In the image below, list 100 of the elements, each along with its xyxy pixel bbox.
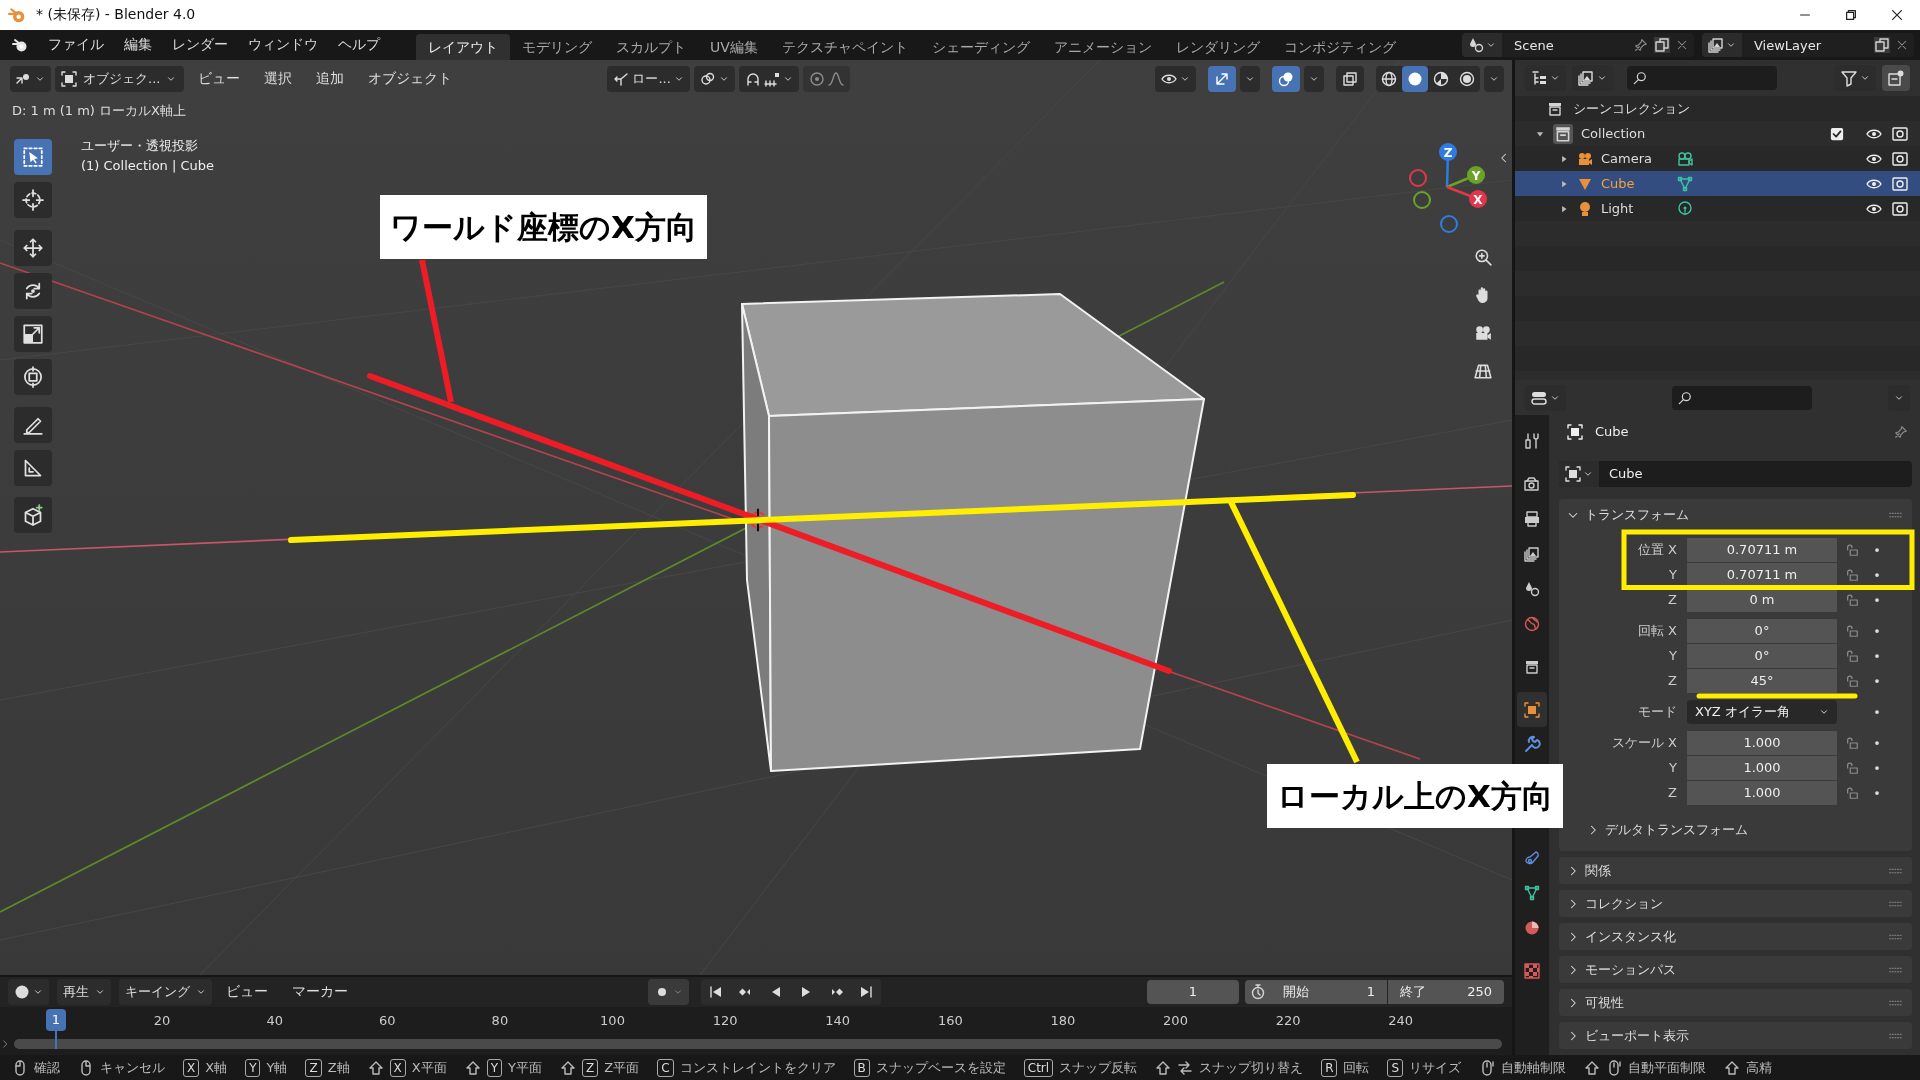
workspace-tab[interactable]: モデリング: [510, 34, 604, 60]
number-field[interactable]: 0.70711 m: [1687, 537, 1837, 562]
panel-header[interactable]: 関係: [1559, 857, 1912, 884]
panel-header[interactable]: モーションパス: [1559, 956, 1912, 983]
frame-number: 40: [266, 1013, 283, 1028]
number-field[interactable]: 0.70711 m: [1687, 562, 1837, 587]
panel-header[interactable]: 可視性: [1559, 989, 1912, 1016]
menu-item[interactable]: ビュー: [216, 983, 278, 1001]
tree-label[interactable]: Light: [1601, 201, 1677, 216]
panel-title: ビューポート表示: [1585, 1026, 1689, 1045]
menu-item[interactable]: ウィンドウ: [238, 36, 328, 54]
key-cap: Y: [245, 1058, 261, 1077]
navigation-gizmo[interactable]: Z Y X: [1400, 138, 1500, 238]
key-cap: R: [1321, 1058, 1338, 1077]
hint-label: Y軸: [266, 1058, 288, 1077]
gizmo-axis-button[interactable]: X: [1469, 190, 1487, 208]
callout-label: ワールド座標のX方向: [380, 195, 707, 259]
mode-dropdown[interactable]: XYZ オイラー角: [1687, 699, 1837, 724]
field-label: Z: [1667, 592, 1678, 607]
orientation-dropdown[interactable]: ロー...: [607, 66, 690, 92]
workspace-tab[interactable]: コンポジティング: [1271, 34, 1408, 60]
workspace-tab[interactable]: レイアウト: [416, 34, 510, 60]
field-label: 回転 X: [1636, 621, 1678, 640]
tree-label[interactable]: Collection: [1581, 126, 1657, 141]
hint-label: 自動軸制限: [1501, 1058, 1567, 1077]
window-title: * (未保存) - Blender 4.0: [36, 6, 196, 24]
tree-label[interactable]: Cube: [1601, 176, 1677, 191]
callout-label: ローカル上のX方向: [1267, 764, 1563, 828]
panel-header[interactable]: コレクション: [1559, 890, 1912, 917]
gizmo-axis-button[interactable]: Z: [1439, 143, 1457, 161]
menu-dropdown[interactable]: キーイング: [119, 979, 212, 1005]
field-label: Z: [1667, 785, 1678, 800]
workspace-tab[interactable]: スカルプト: [604, 34, 698, 60]
number-field[interactable]: 45°: [1687, 668, 1837, 693]
frame-number: 120: [712, 1013, 738, 1028]
workspace-tab[interactable]: UV編集: [698, 34, 770, 60]
menu-item[interactable]: ファイル: [38, 36, 114, 54]
panel-header[interactable]: トランスフォーム: [1559, 499, 1912, 531]
number-field[interactable]: 1.000: [1687, 780, 1837, 805]
start-frame-field[interactable]: 開始 1: [1271, 980, 1387, 1004]
operator-info: D: 1 m (1 m) ローカルX軸上: [12, 102, 186, 120]
name-field[interactable]: Cube: [1599, 461, 1643, 487]
mode-dropdown[interactable]: オブジェク...: [55, 66, 185, 92]
number-field[interactable]: 0°: [1687, 618, 1837, 643]
field-label: Y: [1668, 648, 1678, 663]
key-cap: Z: [582, 1058, 599, 1077]
menu-item[interactable]: 追加: [306, 70, 355, 88]
panel-title: 可視性: [1585, 993, 1624, 1012]
workspace-tab[interactable]: レンダリング: [1163, 34, 1272, 60]
hint-label: 確認: [34, 1058, 60, 1077]
menu-item[interactable]: 選択: [254, 70, 303, 88]
tree-label[interactable]: シーンコレクション: [1573, 99, 1690, 118]
workspace-tab[interactable]: シェーディング: [919, 34, 1042, 60]
key-cap: Ctrl: [1023, 1058, 1054, 1077]
key-cap: B: [853, 1058, 870, 1077]
hint-label: リサイズ: [1409, 1058, 1462, 1077]
frame-number: 160: [937, 1013, 963, 1028]
menu-item[interactable]: マーカー: [282, 983, 358, 1001]
hint-label: 高精: [1746, 1058, 1773, 1077]
outliner-row[interactable]: Collection: [1515, 121, 1920, 146]
panel-title: 関係: [1585, 861, 1611, 880]
outliner-row[interactable]: Camera: [1515, 146, 1920, 171]
menu-item[interactable]: ビュー: [188, 70, 251, 88]
outliner-row[interactable]: Light: [1515, 196, 1920, 221]
number-field[interactable]: 1.000: [1687, 755, 1837, 780]
hint-label: スナップベースを設定: [875, 1058, 1006, 1077]
current-frame-field[interactable]: 1: [1147, 980, 1239, 1004]
outliner-row[interactable]: Cube: [1515, 171, 1920, 196]
key-cap: X: [389, 1058, 406, 1077]
frame-number: 200: [1163, 1013, 1188, 1028]
hint-label: Z軸: [327, 1058, 350, 1077]
menu-dropdown[interactable]: 再生: [57, 979, 111, 1005]
key-cap: Y: [486, 1058, 503, 1077]
number-field[interactable]: 1.000: [1687, 730, 1837, 755]
key-cap: X: [183, 1058, 200, 1077]
menu-item[interactable]: 編集: [114, 36, 162, 54]
frame-number: 100: [600, 1013, 625, 1028]
object-info: (1) Collection | Cube: [81, 158, 215, 173]
number-field[interactable]: 0°: [1687, 643, 1837, 668]
field-label: Y: [1668, 567, 1678, 582]
hint-label: スナップ反転: [1059, 1058, 1138, 1077]
panel-header[interactable]: インスタンス化: [1559, 923, 1912, 950]
hint-label: X軸: [205, 1058, 228, 1077]
tree-label[interactable]: Camera: [1601, 151, 1677, 166]
playhead[interactable]: 1: [46, 1009, 66, 1031]
field-label: 位置 X: [1636, 540, 1678, 559]
panel-header[interactable]: ビューポート表示: [1559, 1022, 1912, 1049]
menu-item[interactable]: ヘルプ: [328, 36, 390, 54]
menu-item[interactable]: レンダー: [162, 36, 238, 54]
field-label: Y: [1668, 760, 1678, 775]
object-name: Cube: [1595, 424, 1629, 439]
frame-number: 80: [491, 1013, 509, 1028]
end-frame-field[interactable]: 終了 250: [1388, 980, 1504, 1004]
workspace-tab[interactable]: テクスチャペイント: [769, 34, 920, 60]
field-label: Z: [1667, 673, 1678, 688]
field-label: モード: [1637, 702, 1678, 721]
workspace-tab[interactable]: アニメーション: [1041, 34, 1164, 60]
menu-item[interactable]: オブジェクト: [358, 70, 463, 88]
field-label: スケール X: [1610, 733, 1678, 752]
panel-title: コレクション: [1585, 894, 1663, 913]
